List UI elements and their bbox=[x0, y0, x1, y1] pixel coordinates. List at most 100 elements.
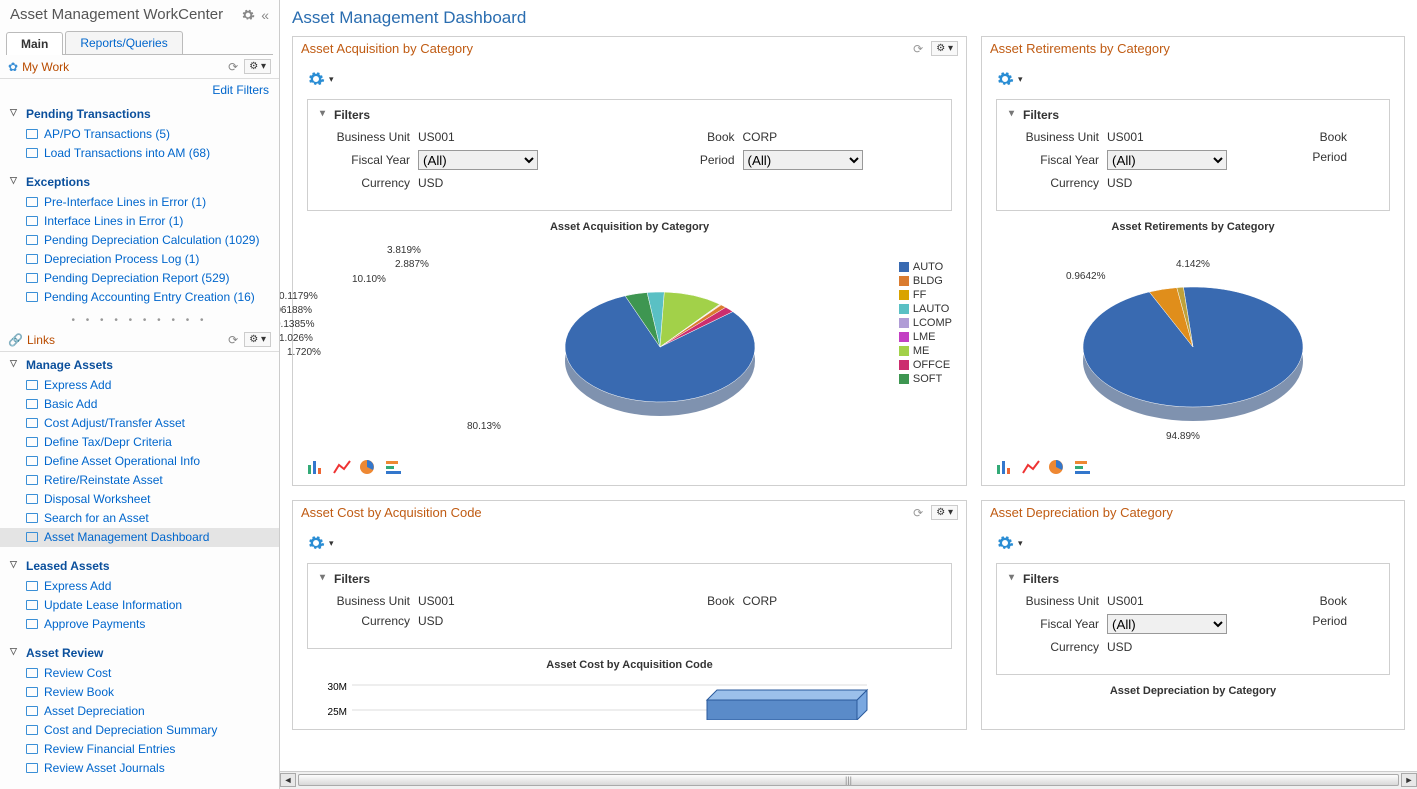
collapse-sidebar-icon[interactable]: « bbox=[261, 7, 269, 23]
sidebar-link[interactable]: Search for an Asset bbox=[44, 511, 149, 525]
list-item[interactable]: Search for an Asset bbox=[0, 509, 279, 528]
filters-heading[interactable]: Filters bbox=[320, 572, 939, 586]
sidebar-link[interactable]: Define Asset Operational Info bbox=[44, 454, 200, 468]
sidebar-link[interactable]: Approve Payments bbox=[44, 617, 145, 631]
list-item[interactable]: Define Asset Operational Info bbox=[0, 452, 279, 471]
list-item[interactable]: Approve Payments bbox=[0, 615, 279, 634]
list-item[interactable]: Cost and Depreciation Summary bbox=[0, 721, 279, 740]
scroll-right-icon[interactable]: ► bbox=[1401, 773, 1417, 787]
list-item[interactable]: Cost Adjust/Transfer Asset bbox=[0, 414, 279, 433]
list-item[interactable]: AP/PO Transactions (5) bbox=[0, 125, 279, 144]
list-item[interactable]: Load Transactions into AM (68) bbox=[0, 144, 279, 163]
list-item[interactable]: Disposal Worksheet bbox=[0, 490, 279, 509]
sidebar-link[interactable]: AP/PO Transactions (5) bbox=[44, 127, 170, 141]
list-item[interactable]: Retire/Reinstate Asset bbox=[0, 471, 279, 490]
sidebar-link[interactable]: Asset Depreciation bbox=[44, 704, 145, 718]
list-item[interactable]: Asset Depreciation bbox=[0, 702, 279, 721]
separator-dots: • • • • • • • • • • bbox=[0, 313, 279, 328]
panel-settings-icon[interactable]: ▾ bbox=[996, 534, 1023, 552]
refresh-icon[interactable]: ⟳ bbox=[913, 42, 923, 56]
refresh-icon[interactable]: ⟳ bbox=[228, 333, 238, 347]
sidebar-link[interactable]: Load Transactions into AM (68) bbox=[44, 146, 210, 160]
list-item[interactable]: Pending Depreciation Report (529) bbox=[0, 269, 279, 288]
gear-dropdown[interactable]: ⚙ ▾ bbox=[931, 505, 958, 520]
sidebar-link[interactable]: Define Tax/Depr Criteria bbox=[44, 435, 172, 449]
fiscal-year-select[interactable]: (All) bbox=[1107, 150, 1227, 170]
filters-heading[interactable]: Filters bbox=[1009, 572, 1377, 586]
tab-reports-queries[interactable]: Reports/Queries bbox=[65, 31, 182, 54]
sidebar-link[interactable]: Express Add bbox=[44, 378, 111, 392]
list-item[interactable]: Pending Depreciation Calculation (1029) bbox=[0, 231, 279, 250]
legend-item: LME bbox=[899, 331, 952, 343]
scrollbar-thumb[interactable]: ||| bbox=[298, 774, 1399, 786]
sidebar-link[interactable]: Pending Depreciation Calculation (1029) bbox=[44, 233, 259, 247]
scroll-left-icon[interactable]: ◄ bbox=[280, 773, 296, 787]
panel-settings-icon[interactable]: ▾ bbox=[307, 70, 334, 88]
sidebar-link[interactable]: Cost Adjust/Transfer Asset bbox=[44, 416, 185, 430]
list-item[interactable]: Interface Lines in Error (1) bbox=[0, 212, 279, 231]
sidebar-link[interactable]: Review Book bbox=[44, 685, 114, 699]
gear-dropdown[interactable]: ⚙ ▾ bbox=[931, 41, 958, 56]
sidebar-link[interactable]: Pending Depreciation Report (529) bbox=[44, 271, 229, 285]
group-exceptions[interactable]: Exceptions bbox=[0, 169, 279, 193]
fiscal-year-select[interactable]: (All) bbox=[1107, 614, 1227, 634]
list-item[interactable]: Review Cost bbox=[0, 664, 279, 683]
bu-value: US001 bbox=[418, 594, 478, 608]
panel-settings-icon[interactable]: ▾ bbox=[996, 70, 1023, 88]
sidebar-link[interactable]: Review Asset Journals bbox=[44, 761, 165, 775]
bar-chart-icon[interactable] bbox=[307, 459, 325, 475]
bar-chart-icon[interactable] bbox=[996, 459, 1014, 475]
sidebar-link[interactable]: Disposal Worksheet bbox=[44, 492, 151, 506]
list-item[interactable]: Pending Accounting Entry Creation (16) bbox=[0, 288, 279, 307]
list-item[interactable]: Define Tax/Depr Criteria bbox=[0, 433, 279, 452]
list-item[interactable]: Review Asset Journals bbox=[0, 759, 279, 778]
gear-icon[interactable] bbox=[241, 8, 255, 22]
sidebar-link[interactable]: Cost and Depreciation Summary bbox=[44, 723, 217, 737]
tab-main[interactable]: Main bbox=[6, 32, 63, 55]
bar-chart-cost: 30M 25M bbox=[307, 675, 907, 720]
sidebar-link[interactable]: Review Financial Entries bbox=[44, 742, 175, 756]
refresh-icon[interactable]: ⟳ bbox=[913, 506, 923, 520]
hbar-chart-icon[interactable] bbox=[1074, 459, 1092, 475]
list-item[interactable]: Express Add bbox=[0, 376, 279, 395]
sidebar-link[interactable]: Pre-Interface Lines in Error (1) bbox=[44, 195, 206, 209]
hbar-chart-icon[interactable] bbox=[385, 459, 403, 475]
edit-filters-link[interactable]: Edit Filters bbox=[212, 83, 269, 97]
list-item[interactable]: Depreciation Process Log (1) bbox=[0, 250, 279, 269]
line-chart-icon[interactable] bbox=[1022, 459, 1040, 475]
sidebar-link[interactable]: Retire/Reinstate Asset bbox=[44, 473, 163, 487]
list-item[interactable]: Update Lease Information bbox=[0, 596, 279, 615]
sidebar-link[interactable]: Pending Accounting Entry Creation (16) bbox=[44, 290, 255, 304]
group-leased-assets[interactable]: Leased Assets bbox=[0, 553, 279, 577]
sidebar-link[interactable]: Express Add bbox=[44, 579, 111, 593]
line-chart-icon[interactable] bbox=[333, 459, 351, 475]
sidebar-link[interactable]: Depreciation Process Log (1) bbox=[44, 252, 199, 266]
group-pending-transactions[interactable]: Pending Transactions bbox=[0, 101, 279, 125]
sidebar-link[interactable]: Asset Management Dashboard bbox=[44, 530, 209, 544]
gear-dropdown[interactable]: ⚙ ▾ bbox=[244, 332, 271, 347]
list-item[interactable]: Express Add bbox=[0, 577, 279, 596]
sidebar-link[interactable]: Interface Lines in Error (1) bbox=[44, 214, 183, 228]
pie-chart-icon[interactable] bbox=[359, 459, 377, 475]
list-item[interactable]: Pre-Interface Lines in Error (1) bbox=[0, 193, 279, 212]
pie-chart-icon[interactable] bbox=[1048, 459, 1066, 475]
currency-label: Currency bbox=[320, 614, 410, 628]
book-label: Book bbox=[1257, 594, 1347, 608]
sidebar-link[interactable]: Basic Add bbox=[44, 397, 97, 411]
filters-heading[interactable]: Filters bbox=[1009, 108, 1377, 122]
filters-heading[interactable]: Filters bbox=[320, 108, 939, 122]
list-item[interactable]: Basic Add bbox=[0, 395, 279, 414]
list-item[interactable]: Review Financial Entries bbox=[0, 740, 279, 759]
sidebar-link[interactable]: Update Lease Information bbox=[44, 598, 182, 612]
sidebar-link[interactable]: Review Cost bbox=[44, 666, 111, 680]
panel-settings-icon[interactable]: ▾ bbox=[307, 534, 334, 552]
horizontal-scrollbar[interactable]: ◄ ||| ► bbox=[280, 771, 1417, 789]
period-select[interactable]: (All) bbox=[743, 150, 863, 170]
gear-dropdown[interactable]: ⚙ ▾ bbox=[244, 59, 271, 74]
group-manage-assets[interactable]: Manage Assets bbox=[0, 352, 279, 376]
group-asset-review[interactable]: Asset Review bbox=[0, 640, 279, 664]
refresh-icon[interactable]: ⟳ bbox=[228, 60, 238, 74]
list-item[interactable]: Asset Management Dashboard bbox=[0, 528, 279, 547]
fiscal-year-select[interactable]: (All) bbox=[418, 150, 538, 170]
list-item[interactable]: Review Book bbox=[0, 683, 279, 702]
